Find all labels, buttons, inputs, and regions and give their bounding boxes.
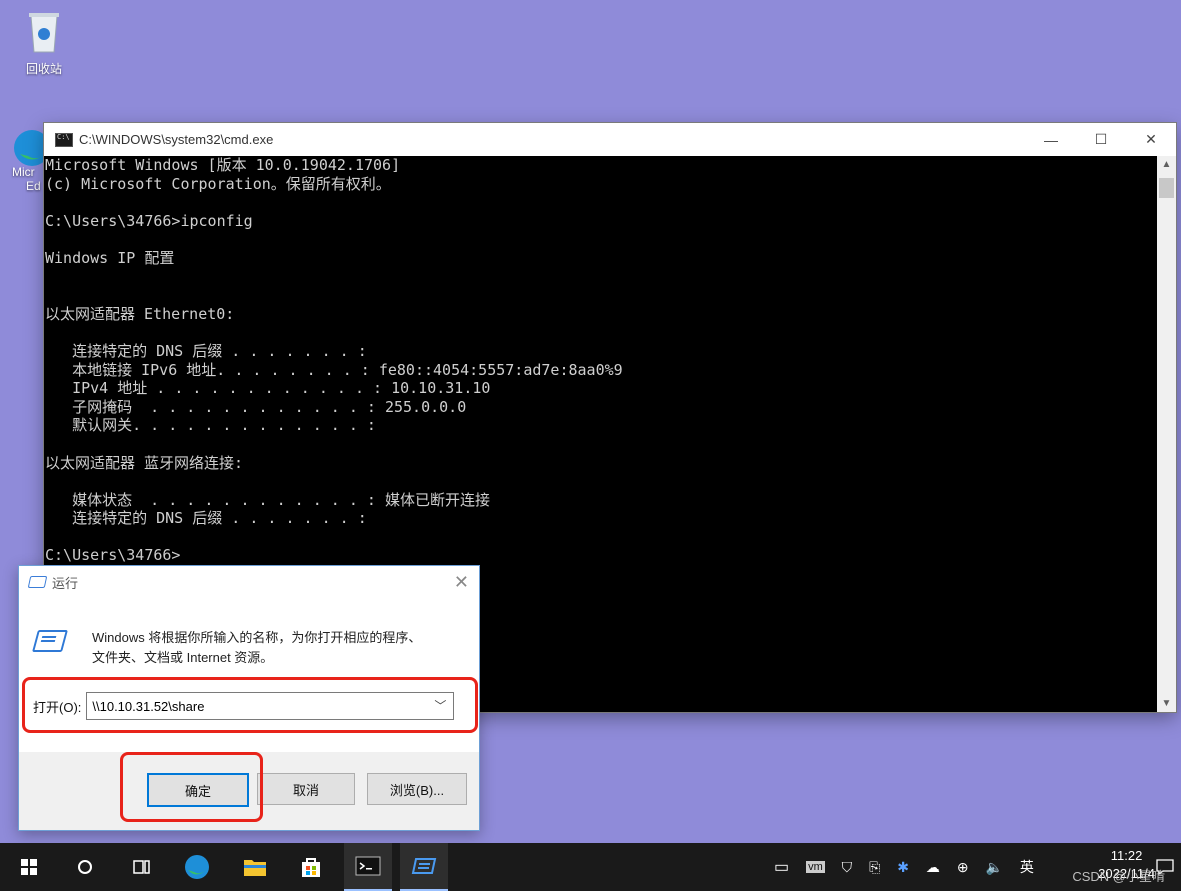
cmd-title: C:\WINDOWS\system32\cmd.exe bbox=[79, 132, 274, 147]
network-icon[interactable]: ⊕ bbox=[957, 859, 969, 876]
scroll-thumb[interactable] bbox=[1159, 178, 1174, 198]
run-taskbar-icon[interactable] bbox=[400, 843, 448, 891]
highlight-ok-button bbox=[120, 752, 263, 822]
run-titlebar[interactable]: 运行 bbox=[19, 566, 479, 598]
console-line: C:\Users\34766>ipconfig bbox=[45, 211, 253, 230]
scroll-down-icon[interactable]: ▼ bbox=[1157, 698, 1176, 709]
recycle-bin-label: 回收站 bbox=[25, 62, 62, 76]
ime-indicator[interactable]: 英 bbox=[1020, 857, 1034, 877]
highlight-open-field bbox=[22, 677, 478, 733]
console-line: 子网掩码 . . . . . . . . . . . . : 255.0.0.0 bbox=[45, 397, 467, 416]
usb-icon[interactable]: ⎘ bbox=[869, 859, 880, 876]
store-icon[interactable] bbox=[290, 843, 332, 891]
cmd-app-icon bbox=[55, 132, 73, 147]
run-icon bbox=[27, 576, 48, 588]
edge-label-2: Ed bbox=[26, 179, 41, 193]
run-large-icon bbox=[32, 630, 68, 652]
run-description: Windows 将根据你所输入的名称，为你打开相应的程序、 文件夹、文档或 In… bbox=[92, 628, 421, 668]
minimize-button[interactable]: — bbox=[1026, 123, 1076, 156]
vertical-scrollbar[interactable]: ▲ ▼ bbox=[1157, 156, 1176, 712]
watermark-text: CSDN @小星啃 bbox=[1072, 869, 1165, 884]
edge-taskbar-icon[interactable] bbox=[176, 843, 218, 891]
task-view-icon[interactable] bbox=[127, 843, 157, 891]
cmd-titlebar[interactable]: C:\WINDOWS\system32\cmd.exe — ☐ ✕ bbox=[44, 123, 1176, 156]
vmware-icon[interactable]: vm bbox=[806, 861, 825, 873]
console-line: (c) Microsoft Corporation。保留所有权利。 bbox=[45, 174, 391, 193]
run-description-line2: 文件夹、文档或 Internet 资源。 bbox=[92, 650, 274, 665]
run-description-line1: Windows 将根据你所输入的名称，为你打开相应的程序、 bbox=[92, 630, 422, 645]
console-line: 连接特定的 DNS 后缀 . . . . . . . : bbox=[45, 509, 367, 528]
console-line: 本地链接 IPv6 地址. . . . . . . . : fe80::4054… bbox=[45, 360, 623, 379]
console-line: 媒体状态 . . . . . . . . . . . . : 媒体已断开连接 bbox=[45, 490, 490, 509]
cmd-taskbar-icon[interactable] bbox=[344, 843, 392, 891]
browse-button[interactable]: 浏览(B)... bbox=[367, 773, 467, 805]
maximize-button[interactable]: ☐ bbox=[1076, 123, 1126, 156]
console-line: 默认网关. . . . . . . . . . . . . : bbox=[45, 416, 376, 435]
start-icon[interactable] bbox=[14, 843, 44, 891]
console-line: 连接特定的 DNS 后缀 . . . . . . . : bbox=[45, 341, 367, 360]
recycle-bin-shortcut[interactable]: 回收站 bbox=[16, 10, 72, 77]
console-line: Microsoft Windows [版本 10.0.19042.1706] bbox=[45, 156, 401, 174]
console-line: IPv4 地址 . . . . . . . . . . . . : 10.10.… bbox=[45, 379, 491, 398]
bluetooth-icon[interactable]: ✱ bbox=[897, 859, 909, 876]
search-icon[interactable] bbox=[70, 843, 100, 891]
clock-time: 11:22 bbox=[1110, 848, 1143, 863]
file-explorer-icon[interactable] bbox=[234, 843, 276, 891]
scroll-up-icon[interactable]: ▲ bbox=[1157, 159, 1176, 170]
recycle-bin-icon bbox=[27, 10, 61, 54]
run-title: 运行 bbox=[52, 575, 79, 591]
console-line: 以太网适配器 蓝牙网络连接: bbox=[45, 453, 244, 472]
close-button[interactable]: ✕ bbox=[1126, 123, 1176, 156]
cloud-icon[interactable]: ☁ bbox=[926, 859, 940, 876]
taskbar: ▭ vm ⛉ ⎘ ✱ ☁ ⊕ 🔈 英 11:22 2022/11/4 CSDN … bbox=[0, 843, 1181, 891]
console-line: Windows IP 配置 bbox=[45, 248, 175, 267]
cancel-button[interactable]: 取消 bbox=[257, 773, 355, 805]
run-close-icon[interactable]: ✕ bbox=[454, 572, 469, 593]
security-icon[interactable]: ⛉ bbox=[842, 859, 853, 876]
system-tray: ▭ vm ⛉ ⎘ ✱ ☁ ⊕ 🔈 英 bbox=[774, 843, 1034, 891]
edge-shortcut[interactable]: Micr Ed bbox=[0, 128, 50, 193]
console-line: 以太网适配器 Ethernet0: bbox=[45, 304, 235, 323]
console-line: C:\Users\34766> bbox=[45, 546, 181, 565]
tablet-mode-icon[interactable]: ▭ bbox=[774, 857, 789, 877]
volume-icon[interactable]: 🔈 bbox=[986, 859, 1003, 876]
